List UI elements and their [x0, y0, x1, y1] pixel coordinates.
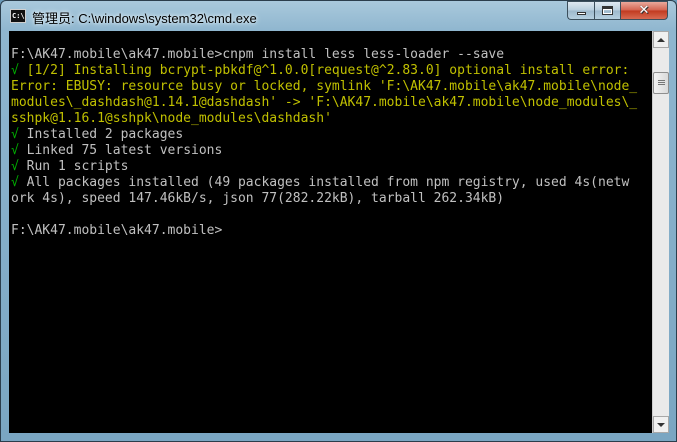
close-button[interactable]: ✕: [620, 1, 668, 20]
close-icon: ✕: [638, 3, 650, 18]
maximize-button[interactable]: [594, 1, 620, 20]
window-title: 管理员: C:\windows\system32\cmd.exe: [32, 11, 257, 26]
command-line: F:\AK47.mobile\ak47.mobile>cnpm install …: [11, 47, 505, 62]
prompt-line[interactable]: F:\AK47.mobile\ak47.mobile>: [11, 223, 222, 239]
install-progress-text: [1/2] Installing bcrypt-pbkdf@^1.0.0: [18, 63, 309, 78]
result-line: √ Run 1 scripts: [11, 159, 128, 175]
grip-line: [658, 82, 665, 83]
scroll-up-icon: [657, 37, 665, 42]
install-progress-line: √ [1/2] Installing bcrypt-pbkdf@^1.0.0[r…: [11, 63, 629, 79]
vertical-scrollbar[interactable]: [652, 31, 669, 433]
error-line: sshpk@1.16.1@sshpk\node_modules\dashdash…: [11, 111, 332, 126]
cmd-icon[interactable]: C:\: [10, 9, 26, 23]
cmd-window: C:\ 管理员: C:\windows\system32\cmd.exe ✕ F…: [0, 0, 677, 442]
check-icon: √: [11, 127, 19, 142]
result-text: Run 1 scripts: [18, 159, 129, 174]
result-text: Linked 75 latest versions: [18, 143, 223, 158]
scroll-up-button[interactable]: [653, 31, 669, 48]
result-line: √ Linked 75 latest versions: [11, 143, 222, 159]
result-line: √ Installed 2 packages: [11, 127, 183, 143]
error-line: Error: EBUSY: resource busy or locked, s…: [11, 79, 638, 94]
error-line: modules\_dashdash@1.14.1@dashdash' -> 'F…: [11, 95, 638, 110]
result-text: Installed 2 packages: [18, 127, 184, 142]
result-text: All packages installed (49 packages inst…: [18, 175, 630, 190]
minimize-button[interactable]: [567, 1, 594, 20]
result-line: ork 4s), speed 147.46kB/s, json 77(282.2…: [11, 191, 505, 206]
optional-error-text: [request@^2.83.0] optional install error…: [308, 63, 630, 78]
grip-line: [658, 84, 665, 85]
scroll-down-icon: [657, 422, 665, 427]
check-icon: √: [11, 175, 19, 190]
maximize-icon: [602, 6, 613, 15]
minimize-icon: [576, 12, 586, 15]
scroll-down-button[interactable]: [653, 416, 669, 433]
grip-line: [658, 80, 665, 81]
title-bar[interactable]: C:\ 管理员: C:\windows\system32\cmd.exe ✕: [1, 1, 676, 31]
result-line: √ All packages installed (49 packages in…: [11, 175, 629, 191]
check-icon: √: [11, 159, 19, 174]
check-icon: √: [11, 143, 19, 158]
console-output[interactable]: F:\AK47.mobile\ak47.mobile>cnpm install …: [9, 31, 652, 433]
scrollbar-thumb[interactable]: [653, 72, 669, 94]
check-icon: √: [11, 63, 19, 78]
